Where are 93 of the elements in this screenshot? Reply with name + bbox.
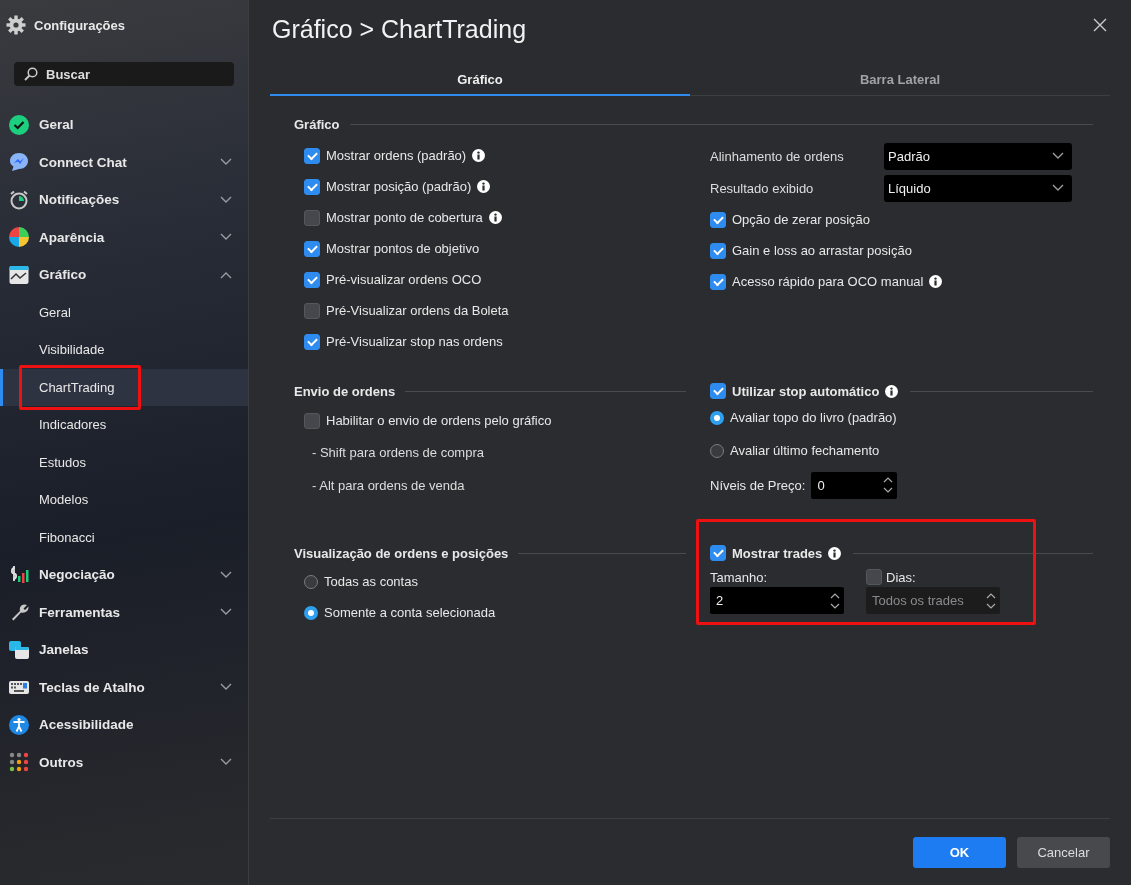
checkbox[interactable]	[304, 240, 320, 257]
field-label: Tamanho:	[710, 569, 768, 585]
sidebar-item[interactable]: Negociação	[0, 556, 248, 594]
field-label: Níveis de Preço:	[710, 477, 806, 493]
dropdown[interactable]: Padrão	[884, 142, 1072, 170]
info-icon[interactable]	[477, 180, 491, 193]
section-title: Utilizar stop automático	[732, 383, 880, 399]
checkbox[interactable]	[304, 412, 320, 429]
cancel-button[interactable]: Cancelar	[1017, 836, 1110, 868]
checkbox[interactable]	[710, 273, 726, 290]
close-icon[interactable]	[1093, 18, 1107, 32]
category-icon	[9, 114, 29, 135]
option-label: Mostrar ordens (padrão)	[326, 148, 467, 163]
checkbox[interactable]	[304, 147, 320, 164]
option-label: Mostrar pontos de objetivo	[326, 241, 480, 256]
sidebar-item[interactable]: Aparência	[0, 218, 248, 256]
window-title: Configurações	[34, 17, 125, 33]
category-icon	[9, 227, 29, 248]
number-field[interactable]: 0	[811, 471, 898, 499]
info-icon[interactable]	[472, 149, 486, 162]
info-icon[interactable]	[885, 384, 899, 398]
sidebar-subitem[interactable]: Visibilidade	[0, 331, 248, 369]
sidebar-item[interactable]: Notificações	[0, 181, 248, 219]
sidebar-item[interactable]: Teclas de Atalho	[0, 668, 248, 706]
ok-button[interactable]: OK	[913, 836, 1006, 868]
option-label: Habilitar o envio de ordens pelo gráfico	[326, 413, 552, 428]
checkbox[interactable]	[710, 242, 726, 259]
section-title: Gráfico	[294, 116, 340, 132]
tab[interactable]: Barra Lateral	[690, 64, 1110, 96]
tab[interactable]: Gráfico	[270, 64, 690, 96]
chevron-icon	[1052, 152, 1064, 160]
sidebar-item[interactable]: Acessibilidade	[0, 706, 248, 744]
option-label: Somente a conta selecionada	[324, 605, 496, 620]
hint-text: - Shift para ordens de compra	[312, 445, 484, 460]
spinner-arrows-icon[interactable]	[883, 475, 894, 495]
option-label: Acesso rápido para OCO manual	[732, 274, 924, 289]
field-label: Alinhamento de ordens	[710, 148, 845, 164]
page-title: Gráfico > ChartTrading	[272, 15, 527, 45]
sidebar-item[interactable]: Janelas	[0, 631, 248, 669]
category-icon	[9, 564, 29, 585]
radio-button[interactable]	[710, 410, 724, 425]
sidebar-subitem[interactable]: Estudos	[0, 443, 248, 481]
option-label: Pré-visualizar ordens OCO	[326, 272, 482, 287]
sidebar-subitem[interactable]: Geral	[0, 293, 248, 331]
info-icon[interactable]	[488, 211, 502, 224]
search-field[interactable]: Buscar	[14, 62, 234, 86]
info-icon[interactable]	[828, 546, 842, 560]
checkbox[interactable]	[304, 271, 320, 288]
section-title: Mostrar trades	[732, 545, 823, 561]
category-icon	[9, 189, 29, 210]
chevron-icon	[1052, 184, 1064, 192]
dropdown[interactable]: Líquido	[884, 174, 1072, 202]
radio-button[interactable]	[304, 605, 318, 620]
checkbox[interactable]	[304, 302, 320, 319]
info-icon[interactable]	[929, 275, 943, 288]
option-label: Pré-Visualizar stop nas ordens	[326, 334, 503, 349]
checkbox[interactable]	[710, 211, 726, 228]
option-label: Opção de zerar posição	[732, 212, 871, 227]
checkbox[interactable]	[710, 545, 726, 561]
category-icon	[9, 639, 29, 660]
hint-text: - Alt para ordens de venda	[312, 478, 465, 493]
option-label: Mostrar posição (padrão)	[326, 179, 472, 194]
sidebar-item[interactable]: Geral	[0, 106, 248, 144]
option-label: Gain e loss ao arrastar posição	[732, 243, 912, 258]
option-label: Avaliar topo do livro (padrão)	[730, 410, 897, 425]
sidebar-subitem[interactable]: Modelos	[0, 481, 248, 519]
sidebar-subitem[interactable]: Indicadores	[0, 406, 248, 444]
category-icon	[9, 752, 29, 773]
section-title: Visualização de ordens e posições	[294, 545, 509, 561]
category-icon	[9, 152, 29, 173]
number-field[interactable]: 2	[710, 587, 844, 614]
settings-icon	[6, 15, 26, 35]
checkbox[interactable]	[304, 209, 320, 226]
option-label: Todas as contas	[324, 574, 418, 589]
category-icon	[9, 714, 29, 735]
sidebar-subitem[interactable]: Fibonacci	[0, 518, 248, 556]
checkbox[interactable]	[710, 383, 726, 399]
sidebar-item[interactable]: Outros	[0, 743, 248, 781]
sidebar-item[interactable]: Ferramentas	[0, 593, 248, 631]
option-label: Pré-Visualizar ordens da Boleta	[326, 303, 509, 318]
option-label: Avaliar último fechamento	[730, 443, 880, 458]
radio-button[interactable]	[304, 574, 318, 589]
search-icon	[24, 67, 38, 81]
field-label: Dias:	[886, 569, 916, 585]
checkbox[interactable]	[304, 333, 320, 350]
section-title: Envio de ordens	[294, 383, 396, 399]
option-label: Mostrar ponto de cobertura	[326, 210, 483, 225]
field-label: Resultado exibido	[710, 180, 815, 196]
checkbox[interactable]	[304, 178, 320, 195]
category-icon	[9, 264, 29, 285]
radio-button[interactable]	[710, 443, 724, 458]
sidebar-item[interactable]: Connect Chat	[0, 143, 248, 181]
sidebar-item[interactable]: Gráfico	[0, 256, 248, 294]
